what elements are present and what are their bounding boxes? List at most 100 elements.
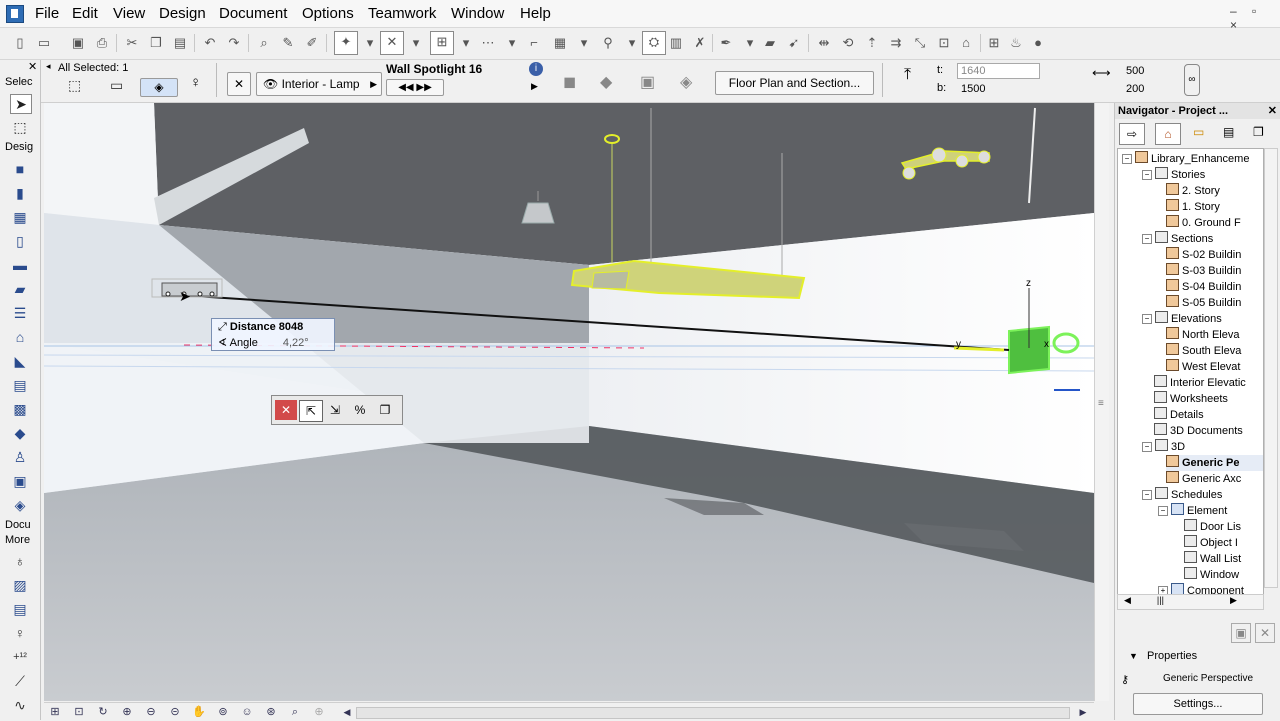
- zone-tool-icon[interactable]: ▣: [10, 472, 30, 490]
- rectangle-icon[interactable]: ▭: [110, 77, 123, 94]
- undo-icon[interactable]: ↶: [200, 33, 220, 53]
- tree-node-generic-perspective[interactable]: Generic Pe: [1166, 455, 1263, 471]
- cut-icon[interactable]: ✂: [122, 33, 142, 53]
- door-tool-icon[interactable]: ▮: [10, 184, 30, 202]
- walk-icon[interactable]: ☺: [238, 705, 256, 719]
- zoom-window-icon[interactable]: ⊞: [46, 705, 64, 719]
- mirror-icon[interactable]: ⇹: [814, 33, 834, 53]
- pan-icon[interactable]: ✋: [190, 705, 208, 719]
- tree-node-schedule[interactable]: Door Lis: [1184, 519, 1241, 535]
- vertical-scrollbar[interactable]: ≡: [1094, 103, 1109, 701]
- resize-icon[interactable]: ⤡: [910, 33, 930, 53]
- organizer-icon[interactable]: ❐: [1253, 125, 1264, 139]
- hotspot-icon[interactable]: ✕: [227, 72, 251, 96]
- tree-node-section[interactable]: S-05 Buildin: [1166, 295, 1241, 311]
- tree-node-section[interactable]: S-04 Buildin: [1166, 279, 1241, 295]
- mesh-tool-icon[interactable]: ▤: [10, 376, 30, 394]
- tree-node-schedule[interactable]: Wall List: [1184, 551, 1241, 567]
- marker-icon[interactable]: ⚲: [598, 33, 618, 53]
- tree-node-schedule[interactable]: Window: [1184, 567, 1239, 583]
- delete-icon[interactable]: ✕: [1255, 623, 1275, 643]
- view-3d-icon[interactable]: ◈: [140, 78, 178, 97]
- object-tool-icon[interactable]: ♙: [10, 448, 30, 466]
- gravity-icon[interactable]: ✦: [334, 31, 358, 55]
- shell-tool-icon[interactable]: ◣: [10, 352, 30, 370]
- dropdown-icon[interactable]: ▾: [456, 33, 476, 53]
- record-icon[interactable]: ●: [1028, 33, 1048, 53]
- dropdown-icon[interactable]: ▾: [574, 33, 594, 53]
- tree-node-elevation[interactable]: West Elevat: [1166, 359, 1241, 375]
- tree-node-story[interactable]: 1. Story: [1166, 199, 1220, 215]
- height-field[interactable]: 200: [1122, 81, 1181, 97]
- tree-node-sections[interactable]: − Sections: [1142, 231, 1213, 247]
- navigate-icon[interactable]: ⊛: [262, 705, 280, 719]
- tree-node-element[interactable]: − Element: [1158, 503, 1227, 519]
- eraser-icon[interactable]: ▰: [760, 33, 780, 53]
- layers-icon[interactable]: ▥: [666, 33, 686, 53]
- tree-node-interior-elevations[interactable]: Interior Elevatic: [1154, 375, 1246, 391]
- guide-lines-icon[interactable]: ⊞: [430, 31, 454, 55]
- pointer-icon[interactable]: ➹: [784, 33, 804, 53]
- tree-node-elevations[interactable]: − Elevations: [1142, 311, 1222, 327]
- b-field[interactable]: 1500: [957, 81, 1040, 97]
- prev-next-buttons[interactable]: ◀◀ ▶▶: [386, 79, 444, 96]
- zoom-region-icon[interactable]: ⌕: [286, 705, 304, 719]
- close-icon[interactable]: ✕: [28, 60, 37, 73]
- dimension-tool-icon[interactable]: +¹²: [10, 648, 30, 666]
- horizontal-scroll-thumb[interactable]: [356, 707, 1070, 719]
- lightbulb-icon[interactable]: ♀: [10, 624, 30, 642]
- tree-node-generic-axonometry[interactable]: Generic Axc: [1166, 471, 1241, 487]
- drag-icon[interactable]: ⊡: [934, 33, 954, 53]
- zoom-out-icon[interactable]: ⊖: [142, 705, 160, 719]
- scroll-grip-icon[interactable]: ≡: [1098, 398, 1104, 409]
- 3d-viewport[interactable]: z y x ➤: [44, 103, 1094, 701]
- zoom-disabled-icon[interactable]: ⊕: [310, 705, 328, 719]
- save-icon[interactable]: ▣: [68, 33, 88, 53]
- elevate-icon[interactable]: ⇡: [862, 33, 882, 53]
- zoom-minus-icon[interactable]: ⊝: [166, 705, 184, 719]
- zoom-fit-icon[interactable]: ⊡: [70, 705, 88, 719]
- align-icon[interactable]: ⌐: [524, 33, 544, 53]
- find-select-icon[interactable]: ⌕: [254, 33, 274, 53]
- column-tool-icon[interactable]: ▯: [10, 232, 30, 250]
- tree-node-project[interactable]: − Library_Enhanceme: [1122, 151, 1249, 167]
- copy-icon[interactable]: ❐: [146, 33, 166, 53]
- chain-link-icon[interactable]: ∞: [1184, 64, 1200, 96]
- frame-icon[interactable]: ⊞: [984, 33, 1004, 53]
- layout-book-icon[interactable]: ▭: [1193, 125, 1204, 139]
- tree-horizontal-scrollbar[interactable]: ◀ ||| ▶: [1117, 594, 1264, 610]
- tree-node-section[interactable]: S-02 Buildin: [1166, 247, 1241, 263]
- inject-icon[interactable]: ✐: [302, 33, 322, 53]
- tree-node-schedules[interactable]: − Schedules: [1142, 487, 1222, 503]
- t-field[interactable]: 1640: [957, 63, 1040, 79]
- cancel-icon[interactable]: ✕: [275, 400, 297, 420]
- beam-tool-icon[interactable]: ▬: [10, 256, 30, 274]
- morph-tool-icon[interactable]: ◆: [10, 424, 30, 442]
- grid-icon[interactable]: ⋯: [478, 33, 498, 53]
- dropdown-icon[interactable]: ▾: [740, 33, 760, 53]
- rotate-pet-icon[interactable]: %: [349, 400, 371, 420]
- tree-node-section[interactable]: S-03 Buildin: [1166, 263, 1241, 279]
- tree-node-details[interactable]: Details: [1154, 407, 1204, 423]
- settings-button[interactable]: Settings...: [1133, 693, 1263, 715]
- new-view-icon[interactable]: ▣: [1231, 623, 1251, 643]
- tree-node-elevation[interactable]: North Eleva: [1166, 327, 1239, 343]
- menu-window[interactable]: Window: [451, 5, 504, 22]
- distance-value[interactable]: 8048: [279, 321, 303, 333]
- roof-tool-icon[interactable]: ⌂: [10, 328, 30, 346]
- tree-node-worksheets[interactable]: Worksheets: [1154, 391, 1228, 407]
- lamp-tool-icon[interactable]: ◈: [10, 496, 30, 514]
- zoom-in-icon[interactable]: ⊕: [118, 705, 136, 719]
- collapse-icon[interactable]: ◂: [46, 61, 51, 72]
- print-icon[interactable]: ⎙: [92, 33, 112, 53]
- menu-view[interactable]: View: [113, 5, 145, 22]
- scroll-right-icon[interactable]: ▶: [1074, 705, 1092, 719]
- menu-teamwork[interactable]: Teamwork: [368, 5, 436, 22]
- orbit-icon[interactable]: ⊚: [214, 705, 232, 719]
- layer-select[interactable]: 👁 Interior - Lamp ▶: [256, 72, 382, 96]
- floor-plan-section-button[interactable]: Floor Plan and Section...: [715, 71, 874, 95]
- fire-icon[interactable]: ♨: [1006, 33, 1026, 53]
- pen-icon[interactable]: ✒: [716, 33, 736, 53]
- elevate-pet-icon[interactable]: ⇱: [299, 400, 323, 422]
- trim-icon[interactable]: ✗: [690, 33, 710, 53]
